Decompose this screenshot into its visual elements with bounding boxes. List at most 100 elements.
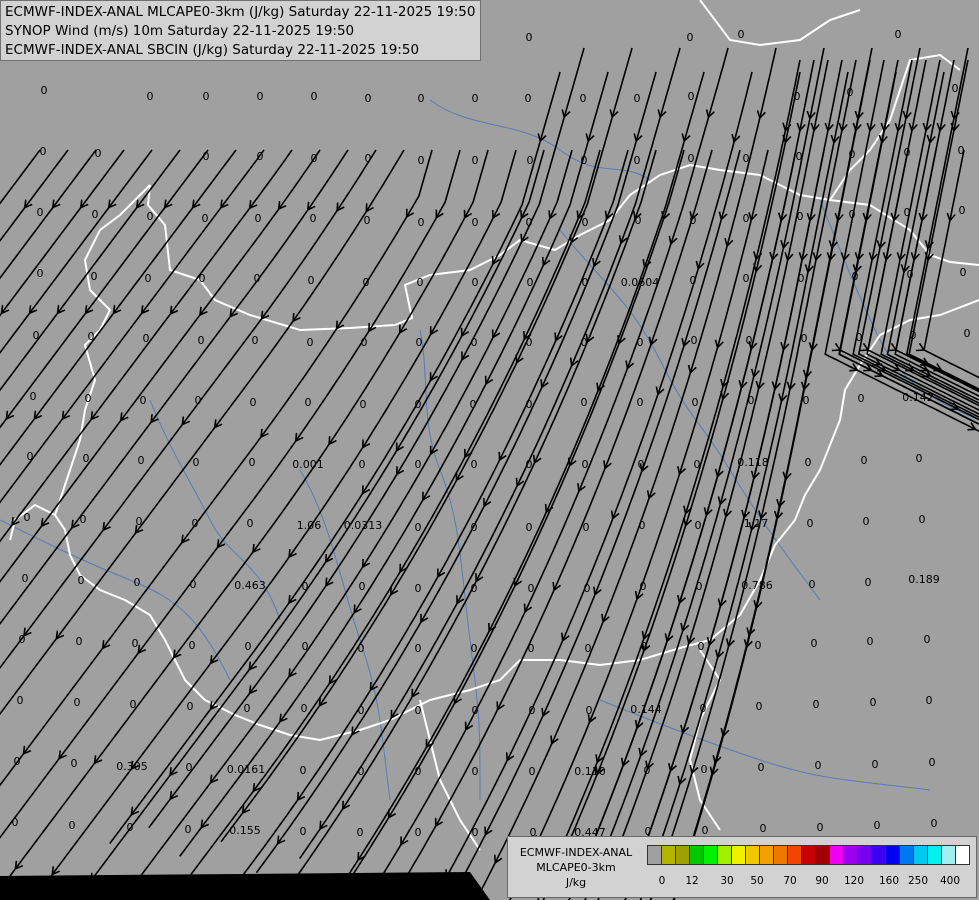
sbcin-value-label: 0 — [203, 150, 210, 163]
legend-swatch — [731, 845, 746, 865]
weather-map[interactable]: 0 0 0 0 0 0 0 0 0 0 0 0 0 0 0 0 0 0 0 0 0 0 0 0 0 0 0 0 0 0 0 0 0 0 0 0 0 0 0 0… — [0, 0, 979, 900]
sbcin-value-label: 0 — [698, 640, 705, 653]
sbcin-value-label: 0 — [794, 90, 801, 103]
sbcin-value-label: 0 — [311, 152, 318, 165]
sbcin-value-label: 0 — [805, 456, 812, 469]
sbcin-value-label: 0 — [931, 817, 938, 830]
sbcin-value-label: 0 — [364, 214, 371, 227]
sbcin-value-label: 0 — [83, 452, 90, 465]
sbcin-value-label: 0 — [192, 517, 199, 530]
sbcin-value-label: 0 — [190, 578, 197, 591]
sbcin-value-label: 0 — [193, 456, 200, 469]
sbcin-value-label: 0 — [637, 396, 644, 409]
sbcin-value-label: 0 — [418, 216, 425, 229]
sbcin-value-label: 0 — [257, 90, 264, 103]
sbcin-value-label: 0 — [300, 764, 307, 777]
sbcin-value-label: 0 — [527, 276, 534, 289]
legend-tick-label: 400 — [939, 875, 961, 887]
sbcin-value-label: 0 — [581, 336, 588, 349]
sbcin-value-label: 0 — [641, 640, 648, 653]
sbcin-value-label: 0 — [637, 336, 644, 349]
sbcin-value-label: 0 — [472, 276, 479, 289]
sbcin-value-label: 0 — [526, 336, 533, 349]
sbcin-value-label: 0 — [302, 580, 309, 593]
sbcin-value-label: 0 — [24, 511, 31, 524]
sbcin-value-label: 0 — [358, 642, 365, 655]
sbcin-value-label: 0.305 — [116, 760, 148, 773]
sbcin-value-label: 0 — [136, 515, 143, 528]
sbcin-value-label: 0 — [417, 276, 424, 289]
legend-label-unit: J/kg — [565, 876, 587, 889]
sbcin-value-label: 0 — [526, 458, 533, 471]
sbcin-value-label: 0 — [143, 332, 150, 345]
legend-swatch — [787, 845, 802, 865]
sbcin-value-label: 0 — [634, 92, 641, 105]
sbcin-value-label: 0 — [198, 334, 205, 347]
legend-tick-label: 250 — [907, 875, 929, 887]
sbcin-value-label: 0 — [257, 150, 264, 163]
sbcin-value-label: 0 — [694, 458, 701, 471]
map-title-box: ECMWF-INDEX-ANAL MLCAPE0-3km (J/kg) Satu… — [0, 0, 481, 61]
sbcin-value-label: 0.189 — [908, 573, 940, 586]
sbcin-value-label: 0 — [254, 272, 261, 285]
sbcin-value-label: 0 — [471, 521, 478, 534]
sbcin-value-label: 0 — [472, 704, 479, 717]
sbcin-value-label: 0 — [817, 821, 824, 834]
sbcin-value-label: 0 — [360, 398, 367, 411]
sbcin-value-label: 0 — [359, 580, 366, 593]
sbcin-value-label: 0 — [696, 580, 703, 593]
sbcin-value-label: 0.0313 — [344, 519, 383, 532]
legend-swatch — [703, 845, 718, 865]
legend-tick-label: 12 — [685, 875, 699, 887]
sbcin-value-label: 0 — [37, 267, 44, 280]
sbcin-value-label: 0 — [415, 642, 422, 655]
sbcin-value-label: 0 — [415, 521, 422, 534]
sbcin-value-label: 0 — [418, 92, 425, 105]
sbcin-value-label: 0 — [71, 757, 78, 770]
sbcin-value-label: 0 — [687, 31, 694, 44]
sbcin-value-label: 0 — [365, 152, 372, 165]
sbcin-value-label: 0 — [929, 756, 936, 769]
sbcin-value-label: 0 — [856, 331, 863, 344]
sbcin-value-label: 0.463 — [234, 579, 266, 592]
sbcin-value-label: 0 — [580, 92, 587, 105]
title-line-sbcin: ECMWF-INDEX-ANAL SBCIN (J/kg) Saturday 2… — [5, 42, 420, 58]
sbcin-value-label: 0 — [365, 92, 372, 105]
sbcin-value-label: 0 — [472, 826, 479, 839]
legend-label-line1: ECMWF-INDEX-ANAL — [519, 846, 633, 859]
legend-swatch — [829, 845, 844, 865]
legend-swatch — [801, 845, 816, 865]
sbcin-value-label: 0 — [958, 144, 965, 157]
sbcin-value-label: 0 — [470, 398, 477, 411]
sbcin-value-label: 0 — [867, 635, 874, 648]
sbcin-value-label: 0 — [760, 822, 767, 835]
title-line-synop-wind: SYNOP Wind (m/s) 10m Saturday 22-11-2025… — [5, 23, 355, 39]
sbcin-value-label: 0 — [796, 150, 803, 163]
sbcin-value-label: 0.0161 — [227, 763, 266, 776]
legend-swatch — [913, 845, 928, 865]
legend-swatch — [759, 845, 774, 865]
sbcin-value-label: 1.06 — [297, 519, 322, 532]
sbcin-value-label: 0 — [583, 521, 590, 534]
sbcin-value-label: 0 — [85, 392, 92, 405]
sbcin-value-label: 0 — [250, 396, 257, 409]
sbcin-value-label: 0 — [809, 578, 816, 591]
sbcin-value-label: 0 — [78, 574, 85, 587]
sbcin-value-label: 0 — [202, 212, 209, 225]
sbcin-value-label: 0 — [801, 332, 808, 345]
sbcin-value-label: 0 — [30, 390, 37, 403]
sbcin-value-label: 0 — [916, 452, 923, 465]
legend-swatch — [941, 845, 956, 865]
sbcin-value-label: 0 — [255, 212, 262, 225]
sbcin-value-label: 0 — [33, 329, 40, 342]
sbcin-value-label: 0 — [858, 392, 865, 405]
sbcin-value-label: 0 — [847, 86, 854, 99]
sbcin-value-label: 0 — [472, 92, 479, 105]
sbcin-value-label: 0 — [415, 398, 422, 411]
sbcin-value-label: 0 — [526, 521, 533, 534]
sbcin-value-label: 0 — [252, 334, 259, 347]
sbcin-value-label: 0 — [186, 761, 193, 774]
sbcin-value-label: 0 — [302, 640, 309, 653]
sbcin-value-label: 0 — [22, 572, 29, 585]
sbcin-value-label: 0 — [528, 642, 535, 655]
